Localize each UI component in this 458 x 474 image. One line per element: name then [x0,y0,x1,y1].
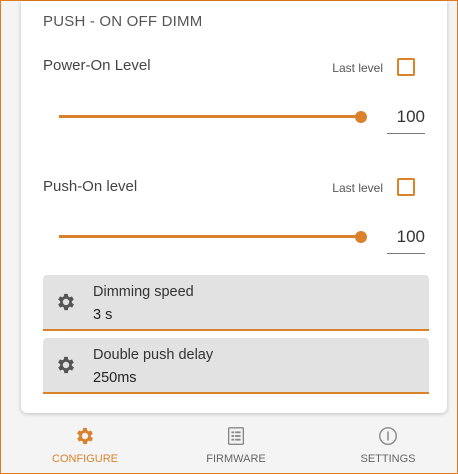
power-on-value-input[interactable]: 100 [387,107,425,134]
nav-settings-label: SETTINGS [360,453,416,465]
push-on-value-input[interactable]: 100 [387,227,425,254]
nav-configure-label: CONFIGURE [52,453,118,465]
nav-configure[interactable]: CONFIGURE [25,419,145,465]
nav-firmware[interactable]: FIRMWARE [176,419,296,465]
dimming-speed-value: 3 s [93,307,113,323]
nav-settings[interactable]: SETTINGS [328,419,448,465]
power-on-slider-thumb[interactable] [355,111,367,123]
gear-icon [58,293,74,311]
dimming-speed-title: Dimming speed [93,284,194,300]
push-on-level-label: Push-On level [43,178,138,195]
section-title: PUSH - ON OFF DIMM [43,13,203,30]
gear-icon [58,356,74,374]
dimming-speed-setting[interactable]: Dimming speed 3 s [43,275,429,331]
double-push-delay-value: 250ms [93,370,137,386]
push-on-last-level-checkbox[interactable] [397,178,415,196]
push-on-slider-track[interactable] [59,235,361,238]
double-push-delay-title: Double push delay [93,347,214,363]
power-on-last-level-label: Last level [332,61,383,75]
info-icon [379,427,397,445]
power-on-last-level-checkbox[interactable] [397,58,415,76]
firmware-icon [227,427,245,445]
nav-firmware-label: FIRMWARE [206,453,266,465]
bottom-navigation: CONFIGURE FIRMWARE SETTINGS [1,419,457,473]
gear-icon [77,427,93,445]
push-on-slider-thumb[interactable] [355,231,367,243]
app-frame: PUSH - ON OFF DIMM Power-On Level Last l… [0,0,458,474]
double-push-delay-setting[interactable]: Double push delay 250ms [43,338,429,394]
push-on-last-level-label: Last level [332,181,383,195]
configuration-card: PUSH - ON OFF DIMM Power-On Level Last l… [21,1,447,413]
power-on-level-label: Power-On Level [43,57,151,74]
power-on-slider-track[interactable] [59,115,361,118]
